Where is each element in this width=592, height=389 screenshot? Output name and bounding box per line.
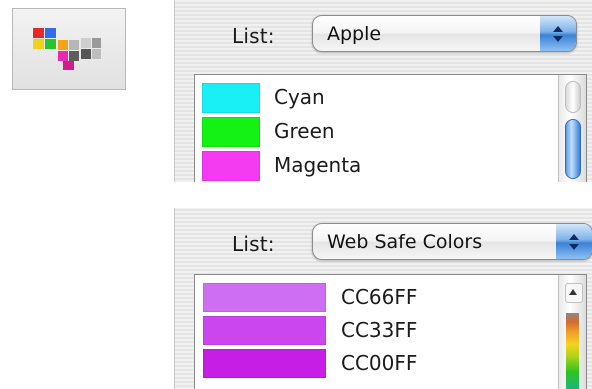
list-label: List: (232, 24, 275, 48)
list-popup-button[interactable]: Apple (312, 15, 577, 52)
list-popup-value: Apple (327, 23, 382, 45)
color-swatch (202, 83, 260, 113)
scrollbar-thumb[interactable] (565, 119, 581, 179)
color-name: Cyan (274, 85, 325, 109)
popup-arrows-icon (556, 224, 592, 259)
color-list[interactable]: Cyan Green Magenta (194, 74, 587, 182)
list-item[interactable]: Green (195, 117, 555, 155)
color-spectrum-indicator (566, 313, 579, 389)
color-swatch (203, 316, 326, 345)
list-label: List: (232, 232, 275, 256)
color-list-panel-web-safe: List: Web Safe Colors CC66FF CC33FF CC00FF (174, 208, 592, 389)
list-item[interactable]: Magenta (195, 151, 555, 182)
popup-arrows-icon (540, 16, 576, 51)
scroll-up-arrow-icon[interactable] (565, 283, 583, 303)
list-popup-button[interactable]: Web Safe Colors (312, 223, 592, 260)
color-swatch (202, 151, 260, 181)
color-swatch (202, 117, 260, 147)
color-list[interactable]: CC66FF CC33FF CC00FF (194, 274, 587, 389)
color-swatch (203, 283, 326, 312)
scroll-track-cap (565, 81, 581, 113)
color-name: CC66FF (341, 285, 418, 309)
list-item[interactable]: Cyan (195, 83, 555, 121)
color-name: CC33FF (341, 318, 418, 342)
color-swatch (203, 349, 326, 378)
color-name: CC00FF (341, 351, 418, 375)
list-scrollbar[interactable] (558, 275, 586, 389)
list-scrollbar[interactable] (558, 75, 586, 182)
color-name: Green (274, 119, 335, 143)
color-palettes-button[interactable] (12, 8, 126, 90)
color-palettes-icon (33, 28, 101, 70)
list-item[interactable]: CC00FF (195, 349, 555, 387)
color-list-panel-apple: List: Apple Cyan Green Magenta (174, 0, 592, 182)
list-popup-value: Web Safe Colors (327, 231, 483, 253)
color-name: Magenta (274, 153, 362, 177)
